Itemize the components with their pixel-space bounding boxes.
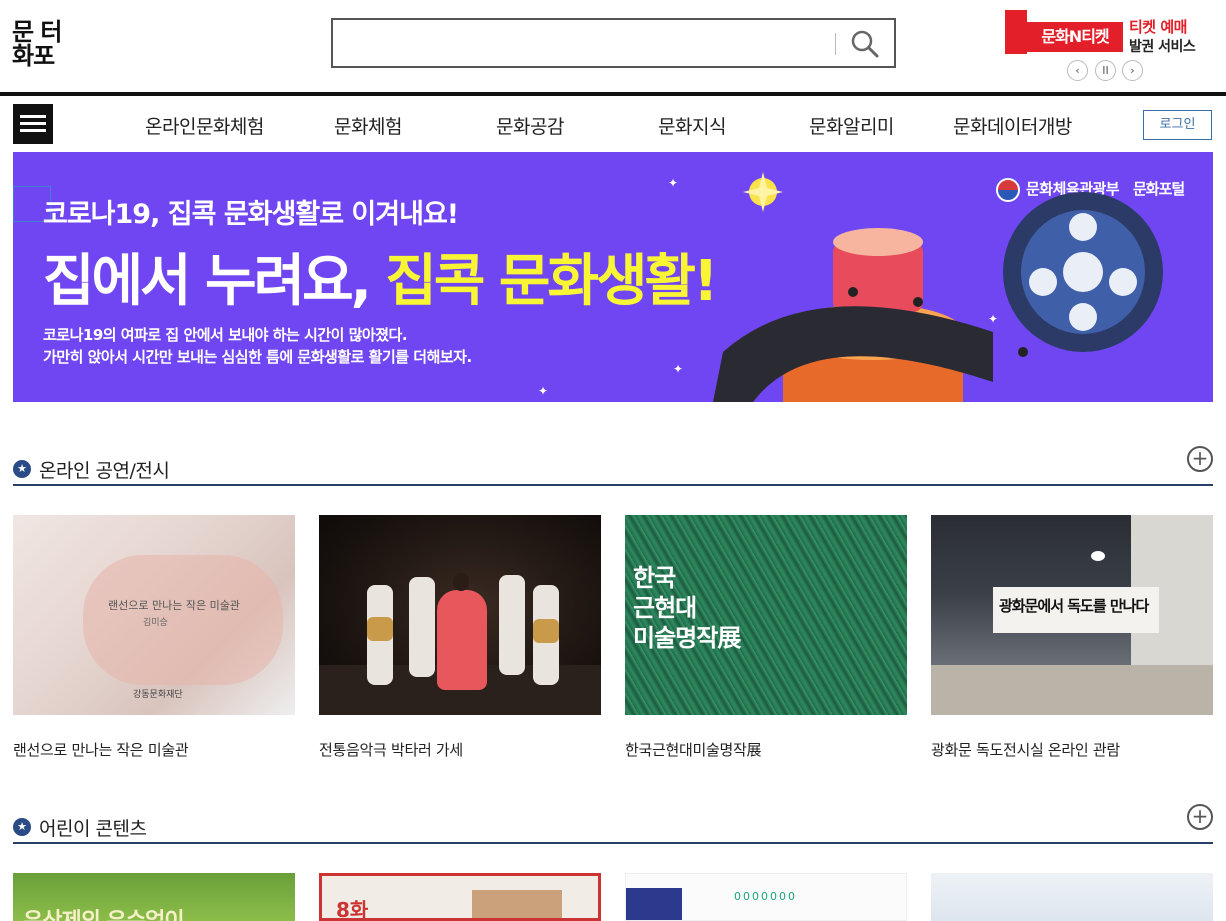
nav-item-culture-notice[interactable]: 문화알리미: [809, 112, 894, 139]
card-title: 랜선으로 만나는 작은 미술관: [13, 741, 189, 759]
search-input[interactable]: [341, 28, 831, 58]
thumbnail-hanbok-dancer: [437, 590, 487, 690]
card-thumbnail: 랜선으로 만나는 작은 미술관 김미승 강동문화재단: [13, 515, 295, 715]
thumbnail-caption: 랜선으로 만나는 작은 미술관: [108, 599, 240, 612]
hero-subtitle: 코로나19, 집콕 문화생활로 이겨내요!: [43, 199, 459, 230]
thumbnail-text: 0000000: [734, 890, 797, 903]
content-card[interactable]: [931, 873, 1213, 921]
section-title: 어린이 콘텐츠: [39, 818, 147, 840]
card-thumbnail: 광화문에서 독도를 만나다: [931, 515, 1213, 715]
search-button[interactable]: [849, 28, 881, 60]
thumbnail-exhibition-title: 한국 근현대 미술명작展: [633, 564, 741, 652]
star-badge-icon: ★: [13, 460, 31, 478]
content-card[interactable]: 0000000: [625, 873, 907, 921]
star-icon: ✦: [538, 384, 549, 398]
hamburger-menu-button[interactable]: [13, 104, 53, 144]
section-header-online-performance: ★ 온라인 공연/전시 +: [13, 446, 1213, 486]
thumbnail-floor: [931, 665, 1213, 715]
nav-item-culture-empathy[interactable]: 문화공감: [496, 112, 564, 139]
logo-line-2: 화포: [12, 42, 55, 70]
card-title: 전통음악극 박타러 가세: [319, 741, 463, 759]
card-title: 한국근현대미술명작展: [625, 741, 762, 759]
card-title: 광화문 독도전시실 온라인 관람: [931, 741, 1120, 759]
thumbnail-hands-shape: [83, 555, 283, 685]
ticket-banner[interactable]: 문화N티켓 티켓 예매 발권 서비스: [1005, 10, 1200, 56]
thumbnail-dancer-head: [453, 573, 469, 591]
chevron-right-icon: ›: [1130, 64, 1135, 77]
thumbnail-drum: [367, 617, 393, 641]
ticket-line-2: 발권 서비스: [1129, 39, 1196, 55]
thumbnail-performer: [499, 575, 525, 675]
card-thumbnail: 한국 근현대 미술명작展: [625, 515, 907, 715]
site-logo[interactable]: 문 터 화포: [12, 18, 102, 70]
section-title: 온라인 공연/전시: [39, 460, 170, 482]
thumbnail-drum: [533, 619, 559, 643]
hero-description-1: 코로나19의 여파로 집 안에서 보내야 하는 시간이 많아졌다.: [43, 326, 408, 344]
nav-item-culture-experience[interactable]: 문화체험: [334, 112, 402, 139]
site-header: 문 터 화포 문화N티켓 티켓 예매 발권 서비스 ‹ II ›: [0, 0, 1226, 92]
ticket-name: 문화N티켓: [1027, 22, 1123, 52]
content-card[interactable]: 8화: [319, 873, 601, 921]
star-icon: ✦: [668, 176, 679, 190]
slider-next-button[interactable]: ›: [1122, 60, 1143, 81]
search-icon: [851, 30, 879, 58]
thumbnail-performer: [409, 577, 435, 677]
hero-title: 집에서 누려요, 집콕 문화생활!: [43, 236, 719, 317]
thumbnail-bag: [472, 890, 562, 918]
thumbnail-subcaption: 김미승: [143, 618, 168, 628]
ticket-i-mark: [1005, 10, 1027, 54]
hero-banner[interactable]: 코로나19, 집콕 문화생활로 이겨내요! 집에서 누려요, 집콕 문화생활! …: [13, 152, 1213, 402]
more-button[interactable]: +: [1187, 446, 1213, 472]
thumbnail-text: 8화: [336, 898, 369, 921]
card-thumbnail: [319, 515, 601, 715]
section-header-kids-content: ★ 어린이 콘텐츠 +: [13, 804, 1213, 844]
thumbnail-box: [626, 888, 682, 920]
content-card[interactable]: 우산제의 유수없이: [13, 873, 295, 921]
logo-line-1: 문 터: [12, 18, 63, 46]
more-button[interactable]: +: [1187, 804, 1213, 830]
ticket-logo: 문화N티켓: [1005, 10, 1123, 54]
star-badge-icon: ★: [13, 818, 31, 836]
banner-slider-controls: ‹ II ›: [1067, 60, 1145, 82]
ticket-line-1: 티켓 예매: [1129, 18, 1187, 36]
thumbnail-sign-text: 광화문에서 독도를 만나다: [999, 597, 1149, 615]
nav-item-online-culture[interactable]: 온라인문화체험: [145, 112, 264, 139]
thumbnail-ceiling-light: [1091, 551, 1105, 561]
slider-prev-button[interactable]: ‹: [1067, 60, 1088, 81]
thumbnail-foundation-mark: 강동문화재단: [133, 690, 183, 700]
hero-title-white: 집에서 누려요,: [43, 249, 386, 314]
slider-pause-button[interactable]: II: [1095, 60, 1116, 81]
search-divider: [835, 33, 836, 55]
chevron-left-icon: ‹: [1075, 64, 1080, 77]
search-box: [331, 18, 896, 68]
plus-icon: +: [1191, 446, 1209, 470]
hero-illustration: [713, 172, 1163, 402]
hero-description-2: 가만히 앉아서 시간만 보내는 심심한 틈에 문화생활로 활기를 더해보자.: [43, 348, 472, 366]
thumbnail-text: 우산제의 유수없이: [23, 903, 185, 921]
plus-icon: +: [1191, 804, 1209, 828]
login-button[interactable]: 로그인: [1143, 110, 1212, 140]
nav-item-culture-knowledge[interactable]: 문화지식: [658, 112, 726, 139]
menu-icon-bar: [20, 122, 46, 125]
hero-title-yellow: 집콕 문화생활!: [385, 249, 718, 314]
main-nav: 온라인문화체험 문화체험 문화공감 문화지식 문화알리미 문화데이터개방 로그인: [0, 92, 1226, 152]
menu-icon-bar: [20, 115, 46, 118]
menu-icon-bar: [20, 129, 46, 132]
star-icon: ✦: [673, 362, 684, 376]
nav-item-culture-data[interactable]: 문화데이터개방: [953, 112, 1072, 139]
logo-text: 문 터 화포: [12, 20, 102, 68]
pause-icon: II: [1102, 64, 1109, 77]
